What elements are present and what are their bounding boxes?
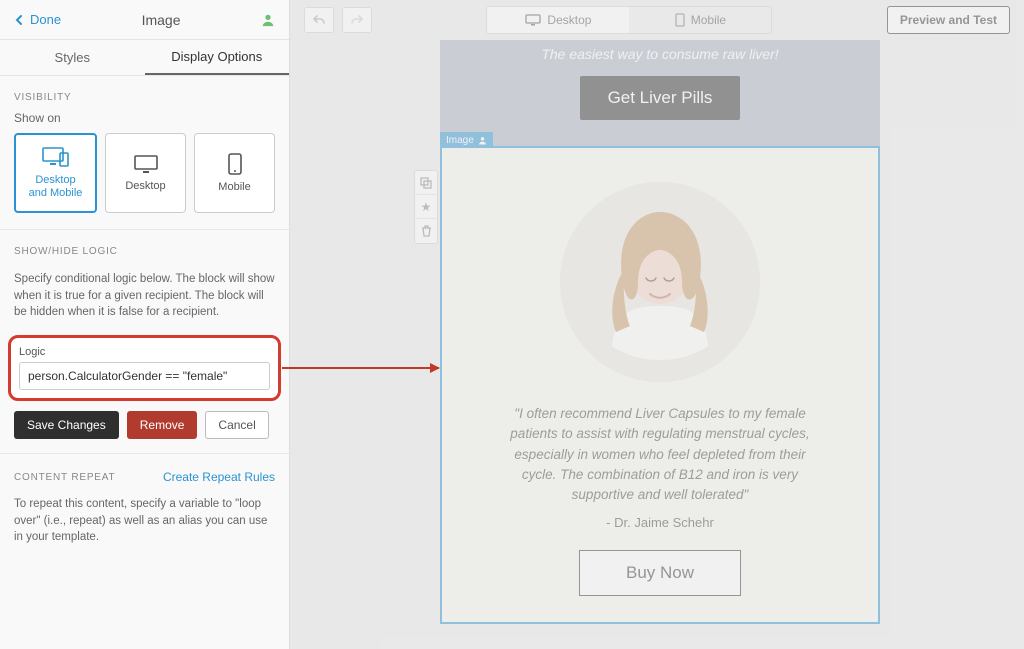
hero-subtitle: The easiest way to consume raw liver! (456, 46, 864, 62)
hero-cta-button[interactable]: Get Liver Pills (580, 76, 741, 120)
block-toolbar: ★ (414, 170, 438, 244)
sidebar-header: Done Image (0, 0, 289, 40)
editor-canvas: Desktop Mobile Preview and Test ★ The ea… (290, 0, 1024, 649)
image-block[interactable]: Image "I often recommend Liver Capsules … (440, 146, 880, 624)
section-content-repeat: CONTENT REPEAT (14, 472, 115, 483)
desktop-icon (525, 14, 541, 26)
section-show-hide-logic: SHOW/HIDE LOGIC (0, 230, 289, 265)
undo-icon (312, 13, 326, 27)
tab-styles[interactable]: Styles (0, 40, 145, 75)
logic-label: Logic (19, 346, 270, 358)
showon-mobile[interactable]: Mobile (194, 133, 275, 213)
redo-icon (350, 13, 364, 27)
showon-desktop[interactable]: Desktop (105, 133, 186, 213)
logic-input[interactable] (19, 362, 270, 390)
redo-button[interactable] (342, 7, 372, 33)
remove-button[interactable]: Remove (127, 411, 198, 439)
copy-icon (420, 177, 432, 189)
view-mobile[interactable]: Mobile (629, 7, 771, 33)
block-tag-label: Image (446, 135, 474, 146)
testimonial-attribution: - Dr. Jaime Schehr (462, 515, 858, 530)
desktop-mobile-icon (42, 146, 70, 168)
view-mobile-label: Mobile (691, 13, 726, 27)
logic-highlight: Logic (8, 335, 281, 401)
sidebar-title: Image (61, 12, 261, 28)
show-on-options: Desktop and Mobile Desktop Mobile (0, 133, 289, 229)
person-icon (478, 136, 487, 145)
desktop-icon (133, 154, 159, 174)
showon-both-label: Desktop and Mobile (29, 174, 83, 200)
favorite-button[interactable]: ★ (415, 195, 437, 219)
testimonial-quote: "I often recommend Liver Capsules to my … (500, 404, 820, 505)
cancel-button[interactable]: Cancel (205, 411, 268, 439)
logic-description: Specify conditional logic below. The blo… (0, 265, 289, 331)
preview-and-test-button[interactable]: Preview and Test (887, 6, 1010, 34)
done-label: Done (30, 12, 61, 27)
undo-button[interactable] (304, 7, 334, 33)
canvas-topbar: Desktop Mobile Preview and Test (290, 0, 1024, 40)
arrow-left-icon (14, 14, 26, 26)
content-repeat-header: CONTENT REPEAT Create Repeat Rules (0, 454, 289, 490)
view-desktop-label: Desktop (547, 13, 591, 27)
show-on-label: Show on (0, 111, 289, 133)
showon-desktop-label: Desktop (125, 180, 165, 192)
showon-mobile-label: Mobile (218, 181, 250, 193)
done-button[interactable]: Done (14, 12, 61, 27)
showon-desktop-and-mobile[interactable]: Desktop and Mobile (14, 133, 97, 213)
view-segmented: Desktop Mobile (486, 6, 772, 34)
buy-now-button[interactable]: Buy Now (579, 550, 741, 596)
avatar-illustration (560, 182, 760, 382)
view-desktop[interactable]: Desktop (487, 7, 629, 33)
editor-sidebar: Done Image Styles Display Options VISIBI… (0, 0, 290, 649)
trash-icon (421, 225, 432, 237)
delete-button[interactable] (415, 219, 437, 243)
person-icon (261, 13, 275, 27)
repeat-description: To repeat this content, specify a variab… (0, 490, 289, 556)
save-changes-button[interactable]: Save Changes (14, 411, 119, 439)
testimonial-avatar (560, 182, 760, 382)
annotation-arrow (282, 367, 439, 369)
hero-block[interactable]: The easiest way to consume raw liver! Ge… (440, 40, 880, 146)
email-preview: The easiest way to consume raw liver! Ge… (440, 40, 880, 624)
create-repeat-rules-link[interactable]: Create Repeat Rules (163, 470, 275, 484)
section-visibility: VISIBILITY (0, 76, 289, 111)
logic-button-row: Save Changes Remove Cancel (0, 411, 289, 439)
tab-display-options[interactable]: Display Options (145, 40, 290, 75)
duplicate-button[interactable] (415, 171, 437, 195)
block-tag: Image (440, 132, 493, 148)
mobile-icon (675, 13, 685, 27)
mobile-icon (228, 153, 242, 175)
sidebar-tabs: Styles Display Options (0, 40, 289, 76)
